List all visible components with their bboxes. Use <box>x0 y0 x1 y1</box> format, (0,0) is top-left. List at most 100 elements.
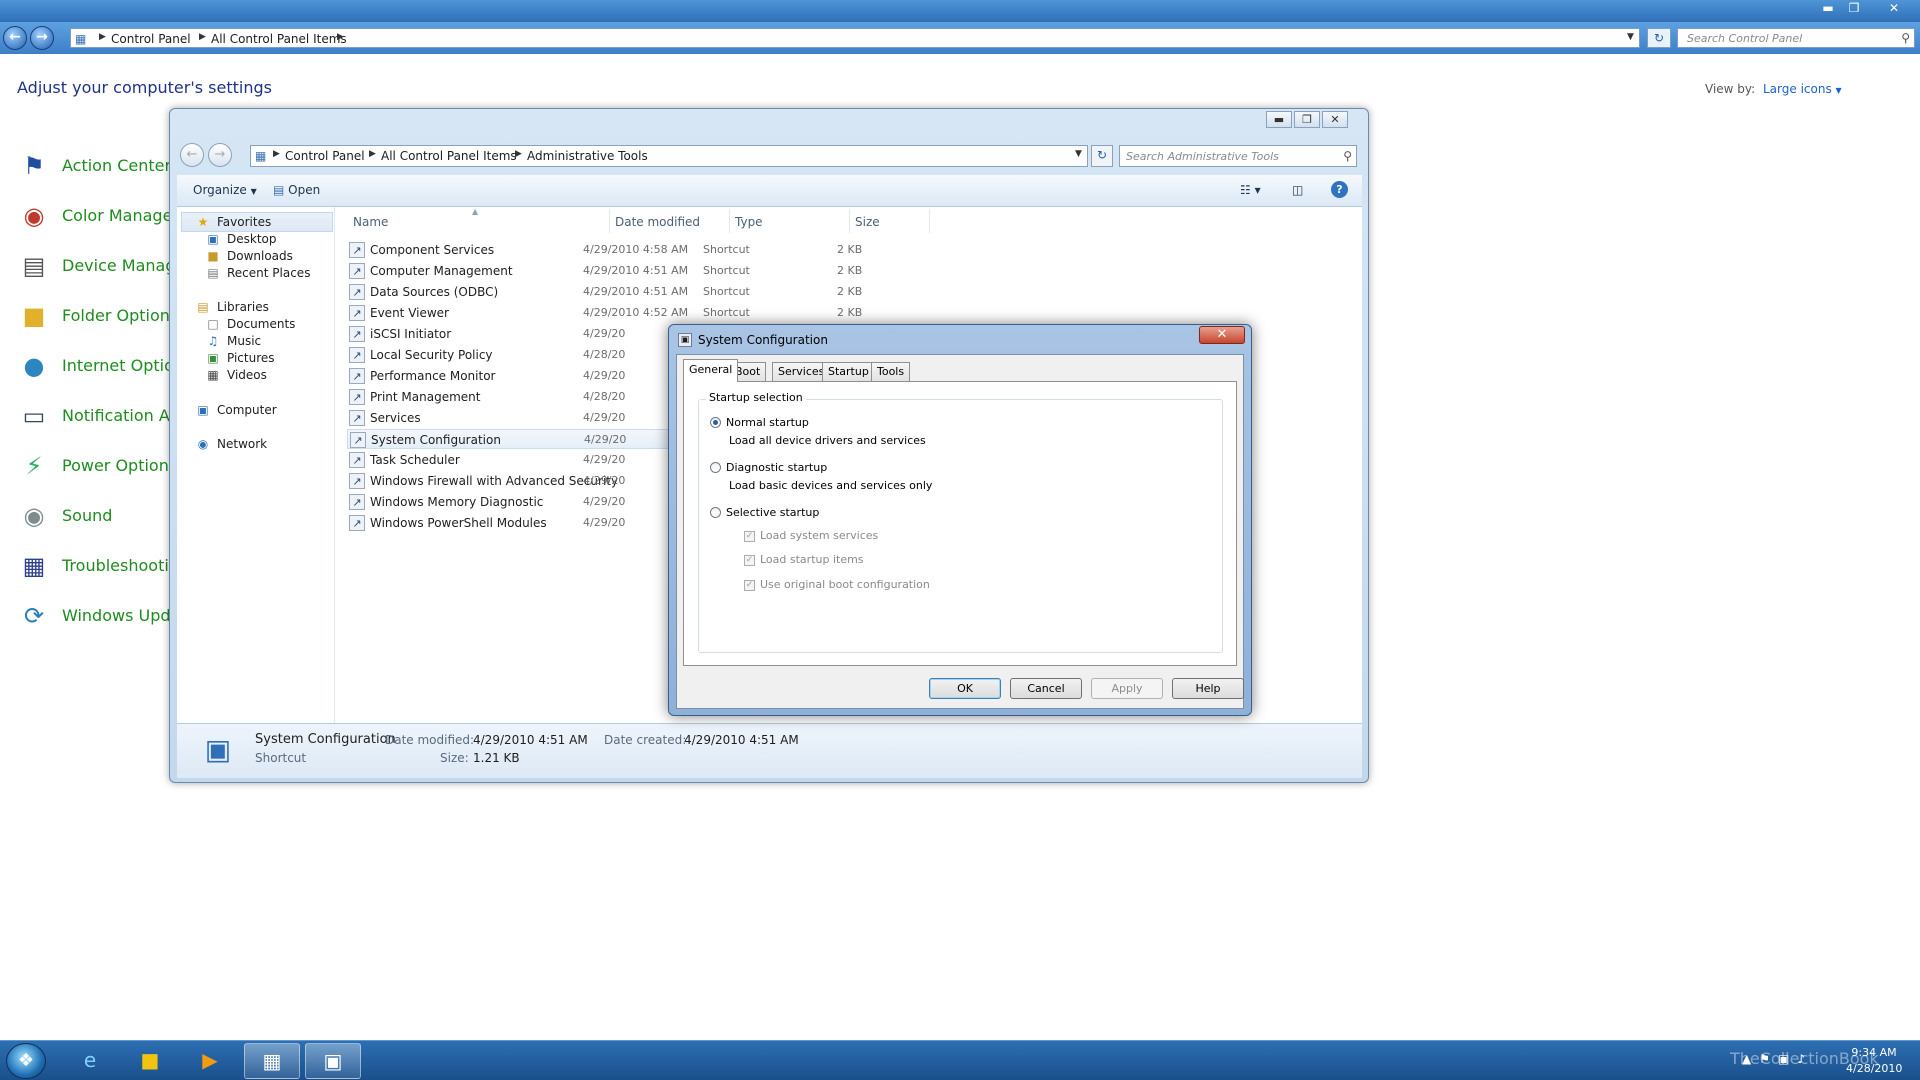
file-row[interactable]: ↗ Computer Management 4/29/2010 4:51 AM Sho… <box>347 261 897 281</box>
nav-network[interactable]: ◉ Network <box>195 437 267 451</box>
nav-downloads[interactable]: ■ Downloads <box>205 249 293 263</box>
change-view-icon[interactable]: ☷ ▾ <box>1240 183 1261 197</box>
column-divider[interactable] <box>849 209 850 233</box>
breadcrumb-administrative-tools[interactable]: Administrative Tools <box>527 149 648 163</box>
chevron-down-icon[interactable]: ▼ <box>1627 32 1634 42</box>
close-icon[interactable]: ✕ <box>1882 1 1906 17</box>
back-button[interactable]: ← <box>180 143 204 167</box>
help-button[interactable]: Help <box>1172 678 1244 699</box>
chevron-right-icon[interactable]: ▶ <box>369 149 376 159</box>
file-row[interactable]: ↗ Component Services 4/29/2010 4:58 AM Shor… <box>347 240 897 260</box>
chevron-right-icon[interactable]: ▶ <box>199 32 206 42</box>
network-icon[interactable]: ▣ <box>1778 1052 1797 1066</box>
power-icon: ⚡ <box>25 452 43 480</box>
close-icon[interactable]: ✕ <box>1322 111 1348 128</box>
breadcrumb-all-items[interactable]: All Control Panel Items <box>381 149 517 163</box>
minimize-icon[interactable]: ▬ <box>1816 1 1840 17</box>
cp-item-windows-update[interactable]: ⟳ Windows Upda <box>18 598 180 636</box>
nav-favorites[interactable]: ★ Favorites <box>195 215 272 229</box>
nav-pictures[interactable]: ▣ Pictures <box>205 351 274 365</box>
column-divider[interactable] <box>929 209 930 233</box>
taskbar-system-configuration[interactable]: ▣ <box>305 1043 361 1079</box>
start-button[interactable]: ❖ <box>6 1043 46 1079</box>
cancel-button[interactable]: Cancel <box>1010 678 1082 699</box>
volume-icon[interactable]: ♪ <box>1797 1052 1813 1066</box>
selective-startup-radio[interactable] <box>710 507 721 518</box>
admin-tools-address-bar[interactable]: ▦ ▶ Control Panel ▶ All Control Panel It… <box>250 145 1088 167</box>
nav-desktop[interactable]: ▣ Desktop <box>205 232 276 246</box>
chevron-down-icon[interactable]: ▼ <box>1075 149 1082 159</box>
column-header-name[interactable]: Name <box>353 215 388 229</box>
view-by-dropdown[interactable]: Large icons ▼ <box>1763 82 1842 96</box>
cp-item-internet-options[interactable]: ● Internet Option <box>18 348 185 386</box>
tab-tools[interactable]: Tools <box>871 362 911 381</box>
tab-startup[interactable]: Startup <box>822 362 875 381</box>
internet-explorer-icon: e <box>83 1048 97 1072</box>
file-row[interactable]: ↗ Data Sources (ODBC) 4/29/2010 4:51 AM Sho… <box>347 282 897 302</box>
cp-item-device-manager[interactable]: ▤ Device Manage <box>18 248 186 286</box>
normal-startup-label[interactable]: Normal startup <box>726 416 809 429</box>
column-header-date-modified[interactable]: Date modified <box>615 215 700 229</box>
forward-button[interactable]: → <box>30 26 54 50</box>
refresh-button[interactable]: ↻ <box>1091 145 1113 167</box>
chevron-right-icon[interactable]: ▶ <box>515 149 522 159</box>
search-icon[interactable]: ⚲ <box>1343 149 1352 163</box>
help-icon[interactable]: ? <box>1331 181 1348 198</box>
organize-button[interactable]: Organize ▼ <box>193 183 257 197</box>
notification-area[interactable]: ▲⚑▣♪ <box>1742 1052 1813 1066</box>
cp-item-sound[interactable]: ◉ Sound <box>18 498 168 536</box>
diagnostic-startup-radio[interactable] <box>710 462 721 473</box>
file-size: 2 KB <box>837 264 863 277</box>
column-divider[interactable] <box>729 209 730 233</box>
breadcrumb-all-items[interactable]: All Control Panel Items <box>211 32 347 46</box>
tab-general[interactable]: General <box>683 359 739 382</box>
control-panel-search-input[interactable]: Search Control Panel ⚲ <box>1677 28 1915 48</box>
taskbar-media-player[interactable]: ▶ <box>182 1043 238 1079</box>
refresh-button[interactable]: ↻ <box>1647 28 1671 48</box>
cp-item-notification-area[interactable]: ▭ Notification Are <box>18 398 186 436</box>
nav-documents[interactable]: □ Documents <box>205 317 295 331</box>
preview-pane-icon[interactable]: ◫ <box>1292 183 1303 197</box>
back-button[interactable]: ← <box>3 26 27 50</box>
normal-startup-radio[interactable] <box>710 417 721 428</box>
column-divider[interactable] <box>609 209 610 233</box>
control-panel-address-bar[interactable]: ▦ ▶ Control Panel ▶ All Control Panel It… <box>70 28 1640 48</box>
clock-date[interactable]: 4/28/2010 <box>1846 1062 1902 1075</box>
diagnostic-startup-label[interactable]: Diagnostic startup <box>726 461 827 474</box>
cp-item-folder-options[interactable]: ■ Folder Options <box>18 298 179 336</box>
minimize-icon[interactable]: ▬ <box>1266 111 1292 128</box>
chevron-right-icon[interactable]: ▶ <box>99 32 106 42</box>
nav-libraries[interactable]: ▤ Libraries <box>195 300 269 314</box>
open-button[interactable]: ▤ Open <box>273 183 320 197</box>
chevron-up-icon[interactable]: ▲ <box>1742 1052 1759 1066</box>
file-row[interactable]: ↗ Event Viewer 4/29/2010 4:52 AM Shortcut 2 … <box>347 303 897 323</box>
nav-computer[interactable]: ▣ Computer <box>195 403 276 417</box>
search-icon[interactable]: ⚲ <box>1901 31 1910 45</box>
column-header-size[interactable]: Size <box>855 215 880 229</box>
restore-icon[interactable]: ❐ <box>1842 1 1866 17</box>
chevron-right-icon[interactable]: ▶ <box>337 32 344 42</box>
maximize-icon[interactable]: ❐ <box>1294 111 1320 128</box>
flag-icon[interactable]: ⚑ <box>1759 1052 1778 1066</box>
breadcrumb-control-panel[interactable]: Control Panel <box>285 149 365 163</box>
forward-button[interactable]: → <box>208 143 232 167</box>
taskbar-windows-explorer[interactable]: ■ <box>122 1043 178 1079</box>
selective-startup-label[interactable]: Selective startup <box>726 506 819 519</box>
admin-tools-search-input[interactable]: Search Administrative Tools ⚲ <box>1119 145 1357 167</box>
nav-videos[interactable]: ▦ Videos <box>205 368 267 382</box>
chevron-right-icon[interactable]: ▶ <box>273 149 280 159</box>
nav-recent-places[interactable]: ▤ Recent Places <box>205 266 310 280</box>
clock-time[interactable]: 9:34 AM <box>1846 1046 1902 1059</box>
breadcrumb-control-panel[interactable]: Control Panel <box>111 32 191 46</box>
taskbar-control-panel[interactable]: ▦ <box>244 1043 300 1079</box>
nav-music[interactable]: ♫ Music <box>205 334 262 348</box>
cp-item-action-center[interactable]: ⚑ Action Center <box>18 148 171 186</box>
file-name: System Configuration <box>371 433 501 447</box>
taskbar-internet-explorer[interactable]: e <box>62 1043 118 1079</box>
cp-item-troubleshooting[interactable]: ▦ Troubleshootin <box>18 548 179 586</box>
cp-item-power-options[interactable]: ⚡ Power Options <box>18 448 178 486</box>
cp-item-color-management[interactable]: ◉ Color Managem <box>18 198 188 236</box>
column-header-type[interactable]: Type <box>735 215 763 229</box>
ok-button[interactable]: OK <box>929 678 1001 699</box>
close-button[interactable]: ✕ <box>1199 326 1245 344</box>
